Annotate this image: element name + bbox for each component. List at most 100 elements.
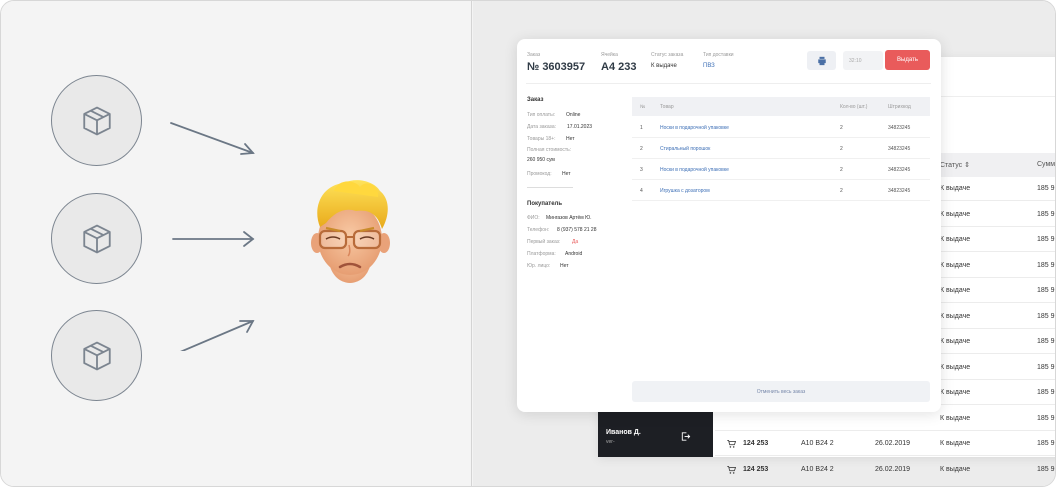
item-qty: 2 [840, 125, 843, 131]
print-button[interactable] [807, 51, 836, 70]
order-sum: 185 9 [1037, 465, 1055, 473]
order-cell: A10 B24 2 [801, 465, 834, 473]
delivery-label: Тип доставки [703, 52, 734, 58]
item-num: 3 [640, 167, 643, 173]
order-sum: 185 9 [1037, 363, 1055, 371]
name-column-header: Товар [660, 104, 674, 110]
arrows-to-avatar [170, 122, 255, 351]
adult-val: Нет [566, 136, 575, 142]
total-key: Полная стоимость: [527, 147, 572, 153]
order-date: 26.02.2019 [875, 440, 911, 447]
fio-key: ФИО: [527, 215, 540, 221]
item-num: 4 [640, 188, 643, 194]
order-cell: A10 B24 2 [801, 440, 834, 447]
item-barcode: 34823245 [888, 167, 911, 173]
order-status: К выдаче [940, 440, 971, 447]
order-list-row[interactable]: 124 253 A10 B24 2 26.02.2019 К выдаче 185 9 [715, 431, 1055, 456]
item-name-link[interactable]: Стиральный порошок [660, 146, 710, 152]
order-sum: 185 9 [1037, 389, 1055, 396]
issue-button[interactable]: Выдать [885, 50, 930, 70]
package-circle-2 [51, 193, 142, 284]
promo-val: Нет [562, 171, 571, 177]
order-number: № 3603957 [527, 61, 586, 73]
fio-val: Мингазов Артём Ю. [546, 215, 592, 221]
platform-val: Android [565, 251, 583, 257]
order-status: К выдаче [940, 185, 971, 192]
order-label: Заказ [527, 52, 541, 58]
left-panel [1, 1, 472, 486]
status-label: Статус заказа [651, 52, 684, 58]
order-sum: 185 9 [1037, 287, 1055, 294]
item-qty: 2 [840, 146, 843, 152]
cancel-order-button[interactable]: Отменить весь заказ [632, 381, 930, 402]
item-name-link[interactable]: Игрушка с дозатором [660, 188, 710, 194]
right-panel: Статус ⇕ Сумм К выдаче 185 9 К выдаче 185 9… [473, 1, 1055, 486]
package-circle-3 [51, 310, 142, 401]
payment-key: Тип оплаты: [527, 112, 556, 118]
legal-key: Юр. лицо: [527, 263, 551, 269]
payment-val: Online [566, 112, 581, 118]
order-sum: 185 9 [1037, 440, 1055, 447]
order-info-title: Заказ [527, 97, 544, 103]
card-divider [526, 83, 931, 84]
item-name-link[interactable]: Носки в подарочной упаковке [660, 125, 729, 131]
order-status: К выдаче [940, 312, 971, 320]
first-order-val: Да [572, 239, 579, 245]
cart-icon [727, 465, 737, 476]
order-sum: 185 9 [1037, 338, 1055, 345]
order-status: К выдаче [940, 261, 971, 269]
printer-icon [817, 56, 826, 65]
status-column-header[interactable]: Статус ⇕ [940, 161, 970, 169]
sidebar-user-block: Иванов Д. ver- [598, 411, 713, 457]
items-table-header: № Товар Кол-во (шт.) Штрихкод [632, 97, 930, 116]
item-num: 1 [640, 125, 643, 131]
order-status: К выдаче [940, 414, 971, 422]
order-date: 26.02.2019 [875, 465, 911, 473]
package-icon [82, 106, 111, 135]
cell-label: Ячейка [601, 52, 618, 58]
order-detail-card: Заказ № 3603957 Ячейка A4 233 Статус зак… [517, 39, 941, 412]
memoji-avatar-icon [311, 180, 390, 283]
info-separator [527, 187, 573, 188]
promo-key: Промокод: [527, 171, 552, 177]
order-status: К выдаче [940, 287, 971, 294]
order-id: 124 253 [743, 440, 769, 447]
illustration-frame: Статус ⇕ Сумм К выдаче 185 9 К выдаче 185 9… [0, 0, 1056, 487]
order-sum: 185 9 [1037, 185, 1055, 192]
order-sum: 185 9 [1037, 236, 1055, 243]
order-status: К выдаче [940, 465, 971, 473]
status-value: К выдаче [651, 63, 677, 69]
buyer-title: Покупатель [527, 201, 563, 207]
user-name: Иванов Д. [606, 429, 641, 436]
date-val: 17.01.2023 [567, 124, 593, 130]
sum-column-header[interactable]: Сумм [1037, 161, 1055, 168]
delivery-value: ПВЗ [703, 63, 715, 69]
cart-icon [727, 439, 737, 450]
user-role: ver- [606, 439, 615, 445]
order-id: 124 253 [743, 465, 769, 473]
order-status: К выдаче [940, 363, 971, 371]
order-status: К выдаче [940, 236, 971, 243]
item-row: 2 Стиральный порошок 2 34823245 [632, 138, 930, 159]
barcode-column-header: Штрихкод [888, 104, 911, 110]
item-barcode: 34823245 [888, 146, 911, 152]
order-list-row[interactable]: 124 253 A10 B24 2 26.02.2019 К выдаче 185 9 [715, 457, 1055, 482]
total-val: 260 950 сум [527, 157, 555, 163]
time-input[interactable]: 32:10 [843, 51, 883, 70]
item-row: 1 Носки в подарочной упаковке 2 34823245 [632, 117, 930, 138]
adult-key: Товары 18+: [527, 136, 556, 142]
legal-val: Нет [560, 263, 569, 269]
logout-icon[interactable] [680, 431, 691, 442]
order-sum: 185 9 [1037, 312, 1055, 320]
phone-key: Телефон: [527, 227, 550, 233]
item-name-link[interactable]: Носки в подарочной упаковке [660, 167, 729, 173]
package-icon [82, 224, 111, 253]
order-sum: 185 9 [1037, 210, 1055, 218]
date-key: Дата заказа: [527, 124, 557, 130]
item-num: 2 [640, 146, 643, 152]
platform-key: Платформа: [527, 251, 556, 257]
item-row: 4 Игрушка с дозатором 2 34823245 [632, 180, 930, 201]
package-circle-1 [51, 75, 142, 166]
qty-column-header: Кол-во (шт.) [840, 104, 868, 110]
order-sum: 185 9 [1037, 261, 1055, 269]
